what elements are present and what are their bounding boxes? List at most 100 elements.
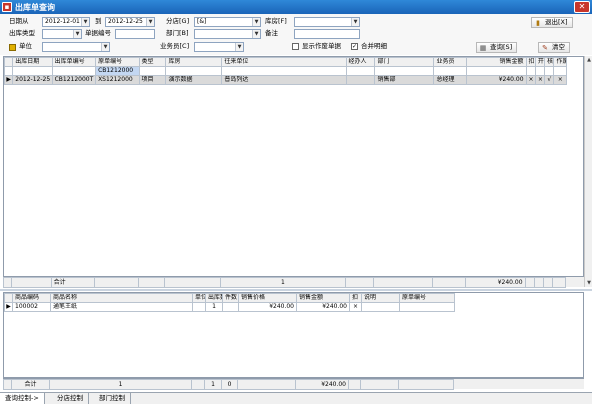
panel-splitter[interactable] xyxy=(0,289,592,291)
scroll-down-icon[interactable]: ▼ xyxy=(585,279,592,287)
table-row[interactable]: ▶ 100002 通笔王纸 1 ¥240.00 ¥240.00 × xyxy=(4,302,455,312)
column-header[interactable]: 核 xyxy=(544,57,555,67)
date-from-label: 日期从 xyxy=(9,17,29,25)
clear-button[interactable]: ✎ 清空 xyxy=(538,42,570,53)
tab-query-control[interactable]: 查询控制-> xyxy=(0,393,45,404)
column-header[interactable]: 作废 xyxy=(553,57,567,67)
chevron-down-icon[interactable]: ▼ xyxy=(73,30,81,38)
column-header[interactable]: 原单编号 xyxy=(399,293,455,303)
filter-cell[interactable] xyxy=(138,66,167,76)
tab-branch-control[interactable]: 分店控制 xyxy=(52,393,89,404)
dept-field[interactable]: ▼ xyxy=(194,29,261,39)
filter-cell[interactable] xyxy=(51,66,97,76)
column-header[interactable]: 销售金额 xyxy=(296,293,350,303)
column-header[interactable]: 出库日期 xyxy=(12,57,53,67)
window-title: 出库单查询 xyxy=(15,3,55,12)
column-header[interactable]: 原单编号 xyxy=(95,57,140,67)
show-voided-label: 显示作废单据 xyxy=(302,42,341,50)
totals-count: 1 xyxy=(220,277,346,288)
filter-cell[interactable] xyxy=(374,66,435,76)
totals-count: 1 xyxy=(49,379,192,390)
filter-cell[interactable] xyxy=(525,66,536,76)
broom-icon: ✎ xyxy=(542,44,548,52)
totals-qty: 1 xyxy=(204,379,222,390)
date-from-field[interactable]: 2012-12-01 ▼ xyxy=(42,17,90,27)
doc-no-label: 单据编号 xyxy=(85,29,111,37)
filter-cell[interactable] xyxy=(433,66,467,76)
filter-cell[interactable] xyxy=(165,66,223,76)
show-voided-checkbox[interactable] xyxy=(292,43,299,50)
chevron-down-icon[interactable]: ▼ xyxy=(235,43,243,51)
column-header[interactable]: 说明 xyxy=(361,293,400,303)
app-icon: ▪ xyxy=(2,2,12,12)
merge-label: 合并明细 xyxy=(361,42,387,50)
column-header[interactable]: 开 xyxy=(534,57,546,67)
chevron-down-icon[interactable]: ▼ xyxy=(351,18,359,26)
filter-cell[interactable]: CB1212000 xyxy=(95,66,140,76)
filter-panel: 日期从 2012-12-01 ▼ 到 2012-12-25 ▼ 分店[G] [&] ▼… xyxy=(0,14,592,55)
warehouse-field[interactable]: ▼ xyxy=(294,17,360,27)
column-header[interactable]: 扣 xyxy=(525,57,536,67)
query-button[interactable]: ▦ 查询[S] xyxy=(476,42,518,53)
column-header[interactable]: 销售金额 xyxy=(465,57,527,67)
merge-checkbox[interactable]: ✓ xyxy=(351,43,358,50)
tab-dept-control[interactable]: 部门控制 xyxy=(94,393,131,404)
chevron-down-icon[interactable]: ▼ xyxy=(252,18,260,26)
calculator-icon: ▦ xyxy=(479,44,487,52)
column-header[interactable]: 经办人 xyxy=(345,57,376,67)
out-type-label: 出库类型 xyxy=(9,29,35,37)
chevron-down-icon[interactable]: ▼ xyxy=(146,18,154,26)
column-header[interactable]: 销售价格 xyxy=(238,293,297,303)
dept-label: 部门[B] xyxy=(166,29,189,37)
date-to-label: 到 xyxy=(95,17,102,25)
date-to-field[interactable]: 2012-12-25 ▼ xyxy=(105,17,155,27)
bottom-tab-bar: 查询控制-> 分店控制 部门控制 xyxy=(0,392,592,404)
title-bar: ▪ 出库单查询 ✕ xyxy=(0,0,592,14)
filter-cell[interactable] xyxy=(12,66,53,76)
detail-header-row: 商品编码 商品名称 单位 出库数 件数 销售价格 销售金额 扣 说明 原单编号 xyxy=(4,293,455,303)
chevron-down-icon[interactable]: ▼ xyxy=(81,18,89,26)
out-type-field[interactable]: ▼ xyxy=(42,29,82,39)
remark-field[interactable] xyxy=(294,29,360,39)
column-header[interactable]: 往来单位 xyxy=(221,57,347,67)
close-button[interactable]: ✕ xyxy=(574,1,590,13)
column-header[interactable]: 商品名称 xyxy=(50,293,193,303)
filter-cell[interactable] xyxy=(553,66,567,76)
warehouse-label: 库房[F] xyxy=(265,17,287,25)
chevron-down-icon[interactable]: ▼ xyxy=(252,30,260,38)
detail-totals-row: 合计 1 1 0 ¥240.00 xyxy=(3,378,584,390)
totals-label: 合计 xyxy=(11,379,50,390)
scroll-up-icon[interactable]: ▲ xyxy=(585,56,592,64)
column-header[interactable]: 商品编码 xyxy=(12,293,51,303)
column-header[interactable]: 部门 xyxy=(374,57,435,67)
filter-cell[interactable] xyxy=(345,66,376,76)
exit-button[interactable]: ▮ 退出[X] xyxy=(531,17,573,28)
salesman-field[interactable]: ▼ xyxy=(194,42,244,52)
table-row[interactable]: ▶ 2012-12-25 CB1212000T XS1212000 项目 演示数… xyxy=(4,75,567,85)
remark-label: 备注 xyxy=(265,29,278,37)
branch-label: 分店[G] xyxy=(166,17,190,25)
filter-cell[interactable] xyxy=(544,66,555,76)
unit-field[interactable]: ▼ xyxy=(42,42,110,52)
totals-amount: ¥240.00 xyxy=(295,379,349,390)
row-pointer-icon: ▶ xyxy=(4,302,13,312)
filter-cell[interactable] xyxy=(465,66,527,76)
filter-cell[interactable] xyxy=(534,66,546,76)
column-header[interactable]: 业务员 xyxy=(433,57,467,67)
filter-cell[interactable] xyxy=(221,66,347,76)
main-vertical-scrollbar[interactable]: ▲ ▼ xyxy=(584,56,592,287)
column-header[interactable]: 单位 xyxy=(192,293,206,303)
branch-field[interactable]: [&] ▼ xyxy=(194,17,261,27)
column-header[interactable]: 出库数 xyxy=(205,293,223,303)
column-header[interactable]: 件数 xyxy=(222,293,239,303)
row-pointer-icon: ▶ xyxy=(4,75,14,85)
column-header[interactable]: 库房 xyxy=(165,57,223,67)
chevron-down-icon[interactable]: ▼ xyxy=(101,43,109,51)
column-header[interactable]: 类型 xyxy=(138,57,167,67)
column-header[interactable]: 扣 xyxy=(349,293,362,303)
doc-no-field[interactable] xyxy=(115,29,155,39)
totals-amount: ¥240.00 xyxy=(464,277,526,288)
totals-label: 合计 xyxy=(50,277,96,288)
totals-pieces: 0 xyxy=(221,379,238,390)
column-header[interactable]: 出库单编号 xyxy=(51,57,97,67)
